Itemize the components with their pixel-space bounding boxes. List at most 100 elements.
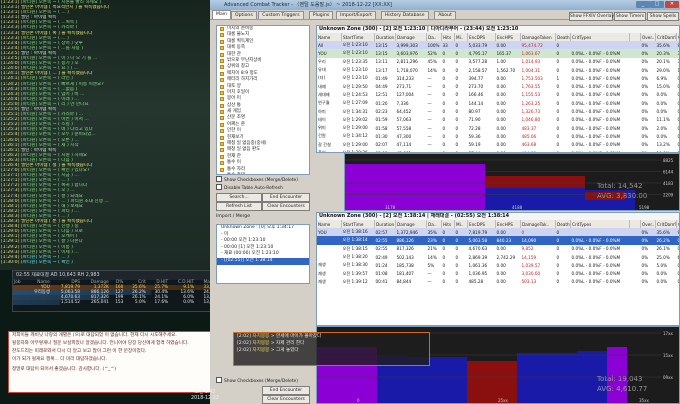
column-header[interactable]: Over..	[640, 220, 656, 228]
table-row[interactable]: 아미 오전 1:34:31 02:23 64,452 — 0 0 80.97 0.00 1,326…	[317, 107, 679, 115]
table-row[interactable]: 오전 1:38:20 02:49 502,143 14% 0 0 2,869.39 2,742…	[317, 253, 680, 261]
tab-custom-triggers[interactable]: Custom Triggers	[258, 11, 304, 19]
table-row[interactable]: All 오전 1:23:10 13:15 3,999,303 100% 33 0 5,033.…	[317, 41, 679, 50]
table-cell: 2.0%	[656, 125, 668, 131]
encounter-table[interactable]: Unknown Zone (300) - [2] 오전 1:23:10 | 디아…	[316, 25, 680, 153]
tree-node[interactable]: - 00:00 오전 1:23:10	[217, 238, 309, 245]
table-row[interactable]: 건원 오전 1:34:12 01:30 47,300 — 0 0 59.36 0.00 485.0…	[317, 132, 680, 140]
act-title-bar[interactable]: Advanced Combat Tracker - 〈멘탈 도움말.js〉 ~ …	[210, 0, 680, 10]
table-row[interactable]: 재생 오전 1:38:30 01:24 185,738 5% 0 0 1,061.36 0.00…	[317, 261, 679, 269]
encounter-tree-secondary[interactable]: Unknown Zone : [0] 오후 1:34:17 - 미 - 00:0…	[216, 224, 310, 284]
column-header[interactable]: CritHeal%	[676, 33, 679, 41]
column-header[interactable]: Damage	[395, 33, 427, 41]
maximize-button[interactable]: □	[650, 1, 664, 8]
column-header[interactable]: Duration	[374, 33, 396, 41]
column-header[interactable]: Death	[555, 33, 571, 41]
table-row[interactable]: 오전 1:38:14 02:55 886,126 23% 0 0 5,063.58 840.2…	[317, 236, 679, 245]
table-row[interactable]: 오전 1:38:15 02:55 817,326 21% 0 0 4,670.63 0.00 9…	[317, 245, 680, 253]
tab-options[interactable]: Options	[231, 11, 257, 19]
tab-plugins[interactable]: Plugins	[308, 11, 334, 19]
column-header[interactable]: CritTypes	[570, 33, 630, 41]
column-header[interactable]: CritHeal%	[676, 220, 679, 228]
table-row[interactable]: (더) 오전 1:23:10 01:49 314,233 — 0 0 394.77 0.00 1,…	[317, 74, 679, 82]
tab-main[interactable]: Main	[212, 10, 231, 19]
column-header[interactable]: StartTime	[341, 220, 375, 228]
checkbox[interactable]	[216, 176, 222, 182]
table-row[interactable]: 유대 오전 1:23:10 13:17 1,718,070 14% 0 0 2,158.57 1…	[317, 66, 679, 74]
table-cell: 0.0%	[677, 133, 680, 139]
column-header[interactable]: Mi..	[454, 33, 468, 41]
column-header[interactable]: Duration	[374, 220, 396, 228]
dps-row[interactable]: 1,514.52265,0411535.0%17.6%0.0%13,2050	[13, 300, 241, 305]
end-encounter-button[interactable]: End Encounter	[262, 193, 310, 202]
game-chat-log[interactable]: [1:23:1] [파티원] 오른쪽 ~ ( 지원을 빨리 하세요 ) [1:23…	[0, 0, 210, 270]
table-row[interactable]: 우리 오전 1:23:35 13:11 2,811,296 45% 0 0 3,577.28 1…	[317, 58, 679, 66]
clear-encounters-button-2[interactable]: Clear Encounters	[262, 395, 310, 404]
show-timers-button[interactable]: Show Timers	[614, 12, 646, 21]
column-header[interactable]: CritDam%	[655, 33, 677, 41]
tab-about[interactable]: About	[434, 11, 456, 19]
column-header[interactable]: Hits	[441, 33, 455, 41]
table-cell	[630, 278, 641, 286]
column-header[interactable]: EncHPS	[495, 33, 521, 41]
column-header[interactable]: Name	[317, 220, 342, 228]
disable-autorefresh-option[interactable]: Disable Table Auto-Refresh	[216, 184, 283, 191]
end-encounter-button-2[interactable]: End Encounter	[262, 386, 310, 395]
show-spells-button[interactable]: Show Spells	[647, 12, 679, 21]
taskbar-clock[interactable]: 오전 1:42 2018-12-22	[185, 390, 225, 404]
table-cell: —	[427, 100, 432, 106]
column-header[interactable]: Da..	[426, 33, 442, 41]
column-header[interactable]: Hits	[441, 220, 455, 228]
minimize-button[interactable]: _	[636, 1, 650, 8]
dps-meter-overlay[interactable]: 02:55 재료대결 AD 10,643 RH 2,983 ⚙ ⊘ JobNam…	[12, 270, 242, 312]
clear-encounters-button[interactable]: Clear Encounters	[262, 202, 310, 211]
table-cell: 오전 1:39:57	[342, 270, 368, 276]
encounter-tree[interactable]: 미지의 준비중 대롱 불노지 대롱 획득계인 대륙 동쪽 대한 관 밖으로 무난지상비 상위…	[216, 25, 310, 175]
tree-node[interactable]: 통수 준대	[217, 173, 309, 174]
close-button[interactable]: ✕	[665, 1, 679, 8]
column-header[interactable]: EncHPS	[495, 220, 521, 228]
tab-import-export[interactable]: Import/Export	[336, 11, 376, 19]
show-checkboxes-option[interactable]: Show Checkboxes (Merge/Delete)	[216, 176, 298, 183]
table-row[interactable]: 테이 오전 1:29:02 01:59 57,063 — 0 0 71.90 0.00 1,046…	[317, 116, 679, 124]
checkbox[interactable]	[216, 377, 222, 383]
column-header[interactable]: Mi..	[454, 220, 468, 228]
tree-node[interactable]: - 재료 (00:00) 오전 1:23:10	[217, 251, 309, 258]
column-header[interactable]: DamageTak..	[520, 220, 556, 228]
table-cell: 오전 1:39:12	[342, 278, 368, 284]
tree-node[interactable]: Unknown Zone : [0] 오후 1:34:17	[217, 225, 309, 232]
checkbox[interactable]	[216, 184, 222, 190]
column-header[interactable]: CritTypes	[570, 220, 630, 228]
column-header[interactable]: Name	[317, 33, 342, 41]
column-header[interactable]: StartTime	[341, 33, 375, 41]
show-checkboxes-option-2[interactable]: Show Checkboxes (Merge/Delete)	[216, 377, 298, 384]
column-header[interactable]: Damage	[395, 220, 427, 228]
column-header[interactable]: EncDPS	[467, 33, 496, 41]
table-row[interactable]: YOU 오전 1:23:10 13:15 3,603,976 52% 0 0 4,795.17…	[317, 49, 679, 58]
column-header[interactable]	[629, 33, 641, 41]
search-button[interactable]: Search...	[216, 193, 262, 202]
tab-history-database[interactable]: History Database	[380, 11, 429, 19]
table-row[interactable]: 내제 오전 1:29:50 04:49 273,71 — 0 0 273.70 0.00 1,76…	[317, 82, 679, 90]
column-header[interactable]: Over..	[640, 33, 656, 41]
show-overlay-button[interactable]: Show FFXIV Overlay	[569, 12, 614, 21]
table-row[interactable]: 위미 오전 1:29:00 01:58 57,558 — 0 0 72.28 0.00 483.3…	[317, 124, 679, 132]
column-header[interactable]: CritDam%	[655, 220, 677, 228]
column-header[interactable]: Death	[555, 220, 571, 228]
table-row[interactable]: 재생 오전 1:39:12 00:41 84,844 — 0 0 485.28 0.00 503.…	[317, 278, 679, 286]
refresh-list-button[interactable]: Refresh List	[216, 202, 262, 211]
table-cell: 0.0%L - 0.0%F - 0.0%M	[571, 92, 621, 98]
tree-node[interactable]: - [(02:55)] 오전 1:38:14	[217, 257, 309, 265]
table-row[interactable]: 재생 오전 1:39:57 01:08 181,407 — 0 0 1,036.95 0.00 3…	[317, 269, 679, 277]
table-cell: 485.28	[468, 279, 484, 285]
table-row[interactable]: 새대제 오전 1:24:53 12:51 127,004 — 0 0 166.46 0.00 1,…	[317, 91, 679, 99]
encounter-table-2[interactable]: Unknown Zone (300) - [2] 오전 1:38:14 | 재래…	[316, 212, 680, 326]
column-header[interactable]	[629, 220, 641, 228]
column-header[interactable]: DamageTaken	[520, 33, 556, 41]
table-row[interactable]: 연구월 오전 1:27:09 01:20 7,336 — 0 0 144.14 0.00 1,26…	[317, 99, 679, 107]
column-header[interactable]: EncDPS	[467, 220, 496, 228]
table-row[interactable]: 갈 간설 오전 1:29:00 02:07 47,114 — 0 0 59.19 0.00 463…	[317, 141, 679, 149]
table-row[interactable]: YOU 오전 1:38:16 02:57 1,372,946 35% 0 0 7,819.79…	[317, 228, 679, 237]
column-header[interactable]: Da..	[426, 220, 442, 228]
table-cell: 오전 1:23:10	[341, 49, 375, 58]
